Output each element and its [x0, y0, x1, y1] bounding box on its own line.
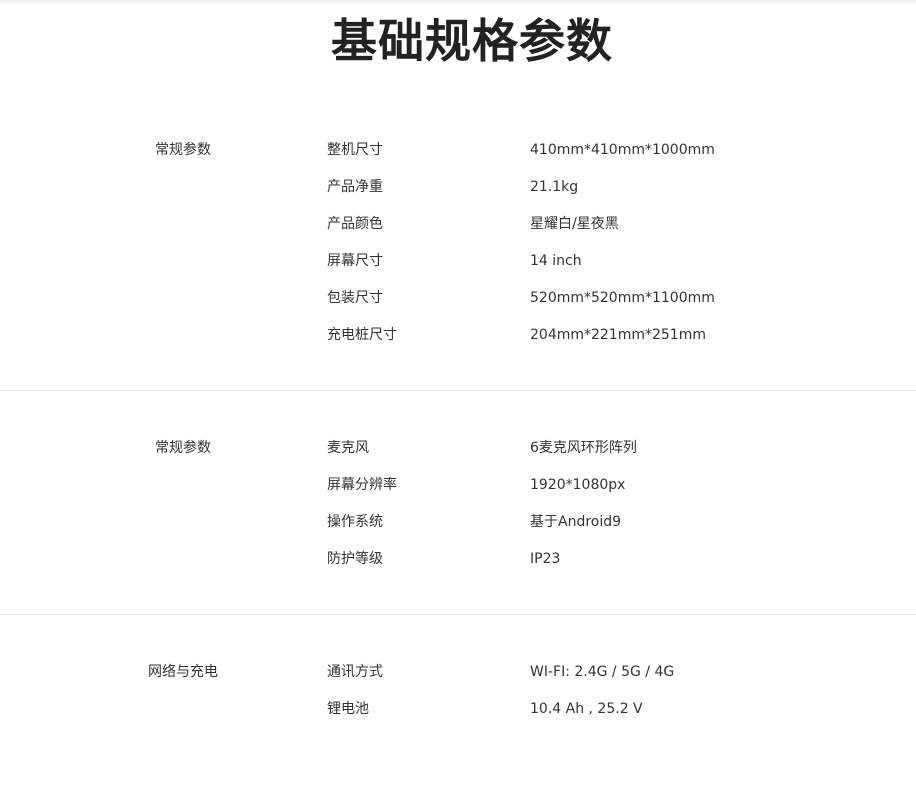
spec-value: 星耀白/星夜黑 — [530, 216, 619, 232]
spec-value: 14 inch — [530, 253, 582, 269]
spec-page: 基础规格参数 常规参数 整机尺寸 410mm*410mm*1000mm 产品净重… — [0, 0, 916, 800]
spec-value: IP23 — [530, 551, 561, 567]
spec-row: 屏幕尺寸 14 inch — [0, 251, 916, 271]
spec-value: WI-FI: 2.4G / 5G / 4G — [530, 664, 675, 680]
spec-value: 基于Android9 — [530, 514, 622, 530]
spec-value: 6麦克风环形阵列 — [530, 440, 637, 456]
spec-row: 包装尺寸 520mm*520mm*1100mm — [0, 288, 916, 308]
spec-row: 屏幕分辨率 1920*1080px — [0, 475, 916, 495]
spec-key: 产品净重 — [327, 179, 383, 195]
top-shadow — [0, 0, 916, 6]
spec-key: 麦克风 — [327, 440, 369, 456]
spec-row: 产品净重 21.1kg — [0, 177, 916, 197]
spec-key: 通讯方式 — [327, 664, 383, 680]
spec-key: 充电桩尺寸 — [327, 327, 397, 343]
spec-key: 产品颜色 — [327, 216, 383, 232]
spec-key: 包装尺寸 — [327, 290, 383, 306]
spec-key: 操作系统 — [327, 514, 383, 530]
spec-row: 充电桩尺寸 204mm*221mm*251mm — [0, 325, 916, 345]
spec-key: 锂电池 — [327, 701, 369, 717]
spec-key: 屏幕分辨率 — [327, 477, 397, 493]
spec-row: 整机尺寸 410mm*410mm*1000mm — [0, 140, 916, 160]
spec-row: 防护等级 IP23 — [0, 549, 916, 569]
spec-row: 锂电池 10.4 Ah , 25.2 V — [0, 699, 916, 719]
spec-value: 10.4 Ah , 25.2 V — [530, 701, 643, 717]
spec-value: 204mm*221mm*251mm — [530, 327, 706, 343]
spec-key: 防护等级 — [327, 551, 383, 567]
section-divider — [0, 614, 916, 615]
spec-value: 520mm*520mm*1100mm — [530, 290, 715, 306]
spec-value: 1920*1080px — [530, 477, 626, 493]
page-title: 基础规格参数 — [331, 14, 613, 68]
spec-row: 麦克风 6麦克风环形阵列 — [0, 438, 916, 458]
spec-key: 屏幕尺寸 — [327, 253, 383, 269]
spec-key: 整机尺寸 — [327, 142, 383, 158]
spec-row: 通讯方式 WI-FI: 2.4G / 5G / 4G — [0, 662, 916, 682]
spec-value: 21.1kg — [530, 179, 579, 195]
section-divider — [0, 390, 916, 391]
spec-row: 操作系统 基于Android9 — [0, 512, 916, 532]
spec-row: 产品颜色 星耀白/星夜黑 — [0, 214, 916, 234]
spec-value: 410mm*410mm*1000mm — [530, 142, 715, 158]
